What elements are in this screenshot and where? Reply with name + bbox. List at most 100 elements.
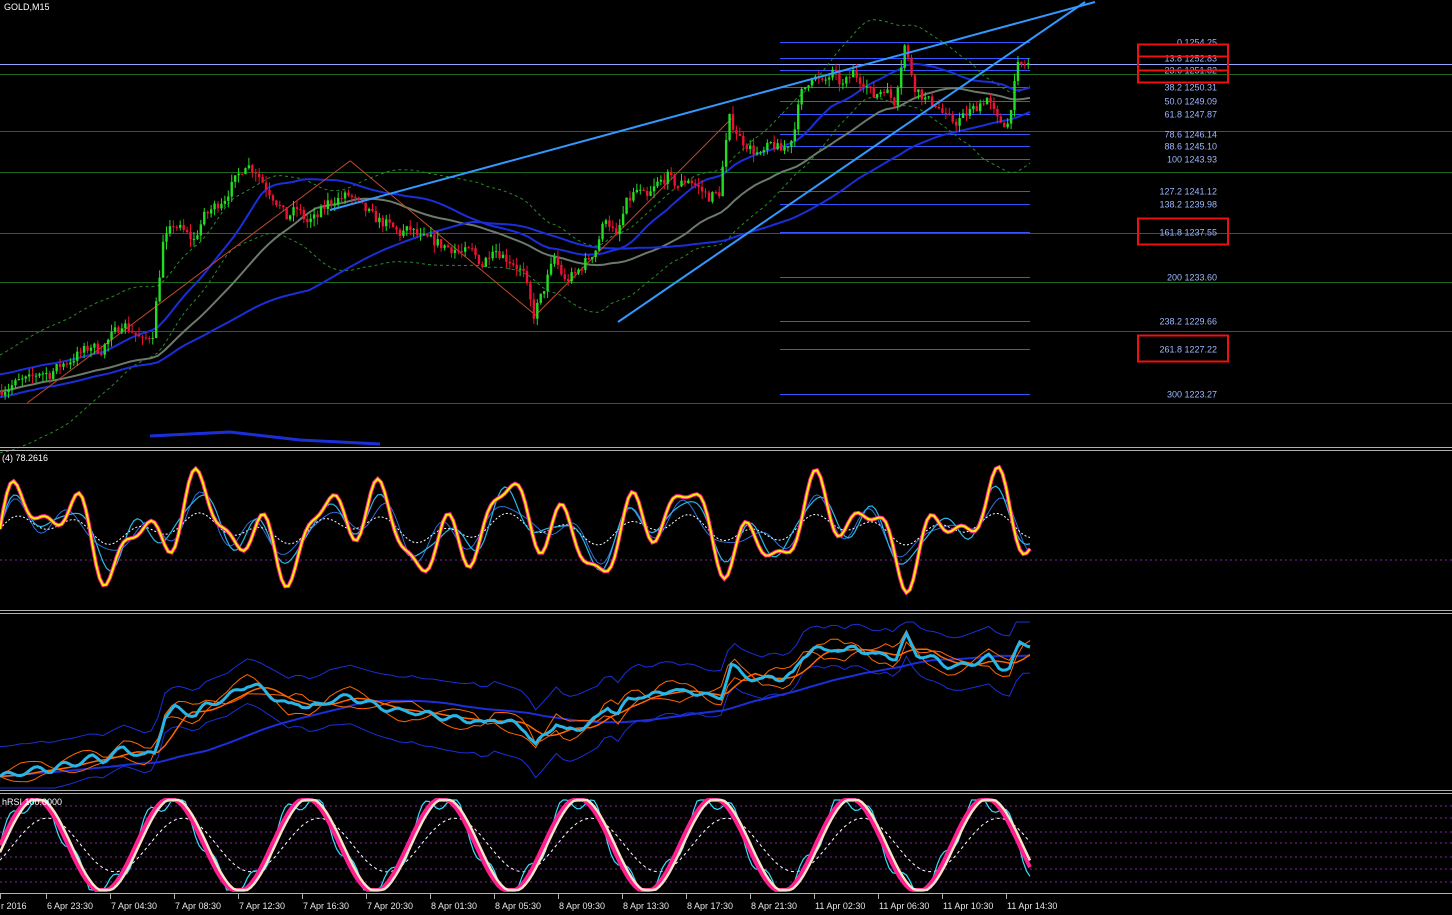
candle-body — [41, 373, 45, 375]
candle-body — [714, 192, 718, 194]
band-pane[interactable] — [0, 621, 1031, 789]
candle-body — [110, 331, 113, 340]
candle-body — [786, 146, 790, 148]
candle-body — [608, 220, 611, 227]
fib-label: 88.6 1245.10 — [1164, 142, 1217, 152]
time-label: 8 Apr 05:30 — [495, 901, 541, 911]
candle-body — [755, 152, 759, 155]
candle-body — [556, 256, 560, 265]
candle-body — [10, 385, 14, 390]
candle-body — [893, 97, 896, 106]
candle-body — [594, 250, 597, 258]
candle-body — [735, 129, 738, 134]
stochrsi-label: hRSI 100.0000 — [2, 797, 62, 807]
time-label: 6 Apr 23:30 — [47, 901, 93, 911]
rsi-pane[interactable]: (4) 78.2616 — [0, 453, 1452, 596]
main-pane[interactable]: 0 1254.2513.8 1252.8323.6 1251.8238.2 12… — [0, 0, 1452, 454]
candle-body — [896, 87, 899, 106]
candle-body — [446, 245, 450, 248]
candle-body — [395, 227, 398, 230]
candle-body — [261, 177, 264, 183]
candle-body — [130, 331, 134, 333]
candle-body — [295, 207, 299, 210]
candle-body — [968, 109, 972, 116]
candle-body — [913, 75, 917, 92]
candle-body — [82, 345, 86, 353]
candle-body — [841, 83, 845, 85]
candle-body — [209, 209, 213, 214]
candle-body — [151, 338, 154, 340]
candle-body — [587, 258, 590, 260]
candle-body — [659, 179, 663, 182]
candle-body — [851, 70, 855, 78]
candle-body — [179, 224, 182, 228]
candle-body — [910, 57, 913, 76]
candle-body — [464, 247, 467, 252]
candle-body — [141, 336, 144, 338]
rsi-lines — [0, 464, 1032, 596]
candle-body — [924, 97, 927, 100]
candle-body — [357, 197, 360, 201]
candle-body — [65, 363, 69, 365]
candle-body — [628, 197, 632, 201]
candle-body — [759, 152, 762, 154]
rsi-label: (4) 78.2616 — [2, 453, 48, 463]
candle-body — [542, 291, 546, 294]
candle-body — [560, 264, 563, 275]
candle-body — [398, 229, 402, 236]
candle-body — [72, 360, 75, 363]
time-label: 8 Apr 13:30 — [623, 901, 669, 911]
candle-body — [364, 202, 367, 212]
candle-body — [539, 293, 542, 303]
candle-body — [426, 234, 429, 237]
candle-body — [148, 338, 151, 340]
candle-body — [302, 209, 306, 220]
candle-body — [855, 70, 858, 78]
candle-body — [206, 211, 209, 214]
candle-body — [299, 209, 302, 211]
candle-body — [474, 248, 477, 255]
candle-body — [86, 345, 89, 351]
candle-body — [680, 180, 683, 187]
candle-body — [663, 179, 666, 184]
candle-body — [165, 233, 168, 242]
candle-body — [481, 264, 484, 267]
candle-body — [385, 219, 388, 227]
candle-body — [738, 133, 742, 136]
candle-body — [989, 97, 992, 103]
candle-body — [24, 376, 27, 379]
candle-body — [522, 268, 525, 272]
fib-label: 161.8 1237.55 — [1159, 228, 1217, 238]
candle-body — [106, 339, 110, 345]
candle-body — [982, 103, 985, 105]
candle-body — [453, 250, 457, 253]
candle-body — [457, 250, 460, 252]
candle-body — [532, 299, 536, 319]
candle-body — [378, 217, 381, 223]
candle-body — [676, 185, 680, 187]
candle-body — [824, 79, 827, 81]
candle-body — [484, 257, 487, 267]
candle-body — [3, 392, 7, 396]
candle-body — [223, 200, 227, 204]
candle-body — [89, 347, 93, 351]
candle-body — [848, 77, 851, 79]
fib-label: 38.2 1250.31 — [1164, 83, 1217, 93]
candle-body — [264, 182, 268, 190]
candle-body — [161, 241, 165, 278]
candle-body — [48, 372, 51, 379]
candle-body — [948, 113, 951, 115]
chart-canvas[interactable]: 0 1254.2513.8 1252.8323.6 1251.8238.2 12… — [0, 0, 1452, 915]
candle-body — [656, 181, 659, 187]
candle-body — [515, 264, 518, 270]
candle-body — [285, 207, 288, 220]
candle-body — [700, 186, 704, 192]
candle-body — [340, 197, 343, 199]
time-label: 8 Apr 21:30 — [751, 901, 797, 911]
fib-label: 13.8 1252.83 — [1164, 54, 1217, 64]
candle-body — [694, 183, 697, 185]
candle-body — [570, 272, 573, 282]
stochrsi-pane[interactable]: hRSI 100.0000 — [0, 797, 1452, 892]
candle-body — [876, 94, 879, 98]
candle-body — [745, 145, 748, 150]
